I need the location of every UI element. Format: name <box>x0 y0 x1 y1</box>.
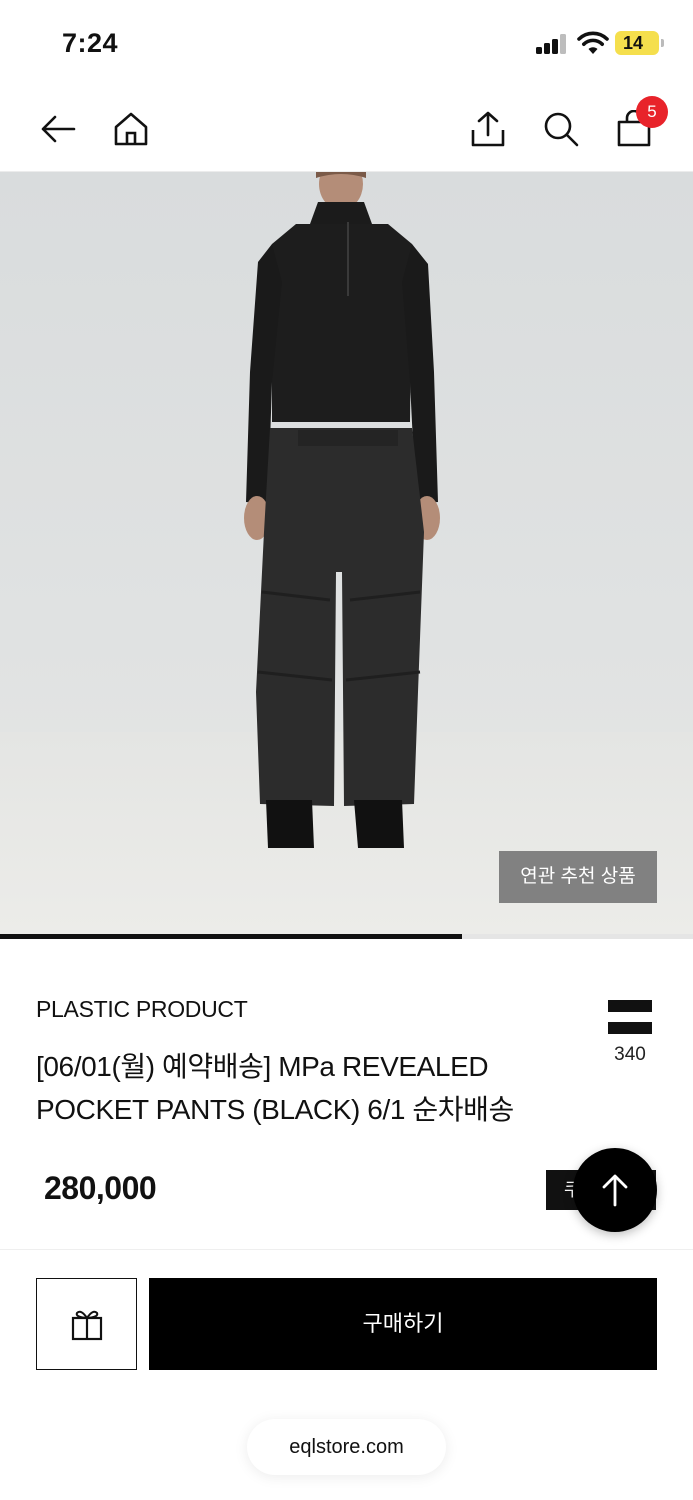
battery-level: 14 <box>622 33 644 53</box>
cellular-signal-icon <box>536 34 568 54</box>
status-time: 7:24 <box>62 28 119 58</box>
brand-name[interactable]: PLASTIC PRODUCT <box>36 996 248 1023</box>
search-icon <box>544 112 579 147</box>
buy-button[interactable]: 구매하기 <box>149 1278 657 1370</box>
top-navigation <box>0 88 693 172</box>
back-arrow-icon <box>41 115 76 143</box>
image-progress-track <box>0 934 693 939</box>
model-figure <box>244 172 440 848</box>
status-bar: 7:24 14 <box>0 0 693 88</box>
arrow-up-icon <box>602 1174 628 1207</box>
search-button[interactable] <box>536 104 586 154</box>
cart-count-badge: 5 <box>636 96 668 128</box>
scroll-to-top-button[interactable] <box>573 1148 657 1232</box>
url-bar[interactable]: eqlstore.com <box>247 1419 446 1475</box>
related-products-button[interactable]: 연관 추천 상품 <box>499 851 657 903</box>
battery-icon: 14 <box>615 31 664 55</box>
back-button[interactable] <box>33 104 83 154</box>
home-icon <box>114 112 148 146</box>
product-title-line-1: [06/01(월) 예약배송] MPa REVEALED <box>36 1051 489 1082</box>
share-icon <box>471 111 505 147</box>
like-button[interactable]: 340 <box>604 1000 656 1066</box>
product-title-line-2: POCKET PANTS (BLACK) 6/1 순차배송 <box>36 1094 514 1125</box>
wifi-icon <box>577 31 609 54</box>
product-image[interactable]: 연관 추천 상품 <box>0 172 693 937</box>
product-price: 280,000 <box>44 1170 157 1206</box>
share-button[interactable] <box>463 104 513 154</box>
gift-icon <box>71 1310 102 1341</box>
like-count: 340 <box>614 1044 646 1065</box>
gift-button[interactable] <box>36 1278 137 1370</box>
image-progress-fill <box>0 934 463 939</box>
product-title: [06/01(월) 예약배송] MPa REVEALED POCKET PANT… <box>36 1045 576 1131</box>
home-button[interactable] <box>106 104 156 154</box>
like-icon <box>608 1000 652 1036</box>
